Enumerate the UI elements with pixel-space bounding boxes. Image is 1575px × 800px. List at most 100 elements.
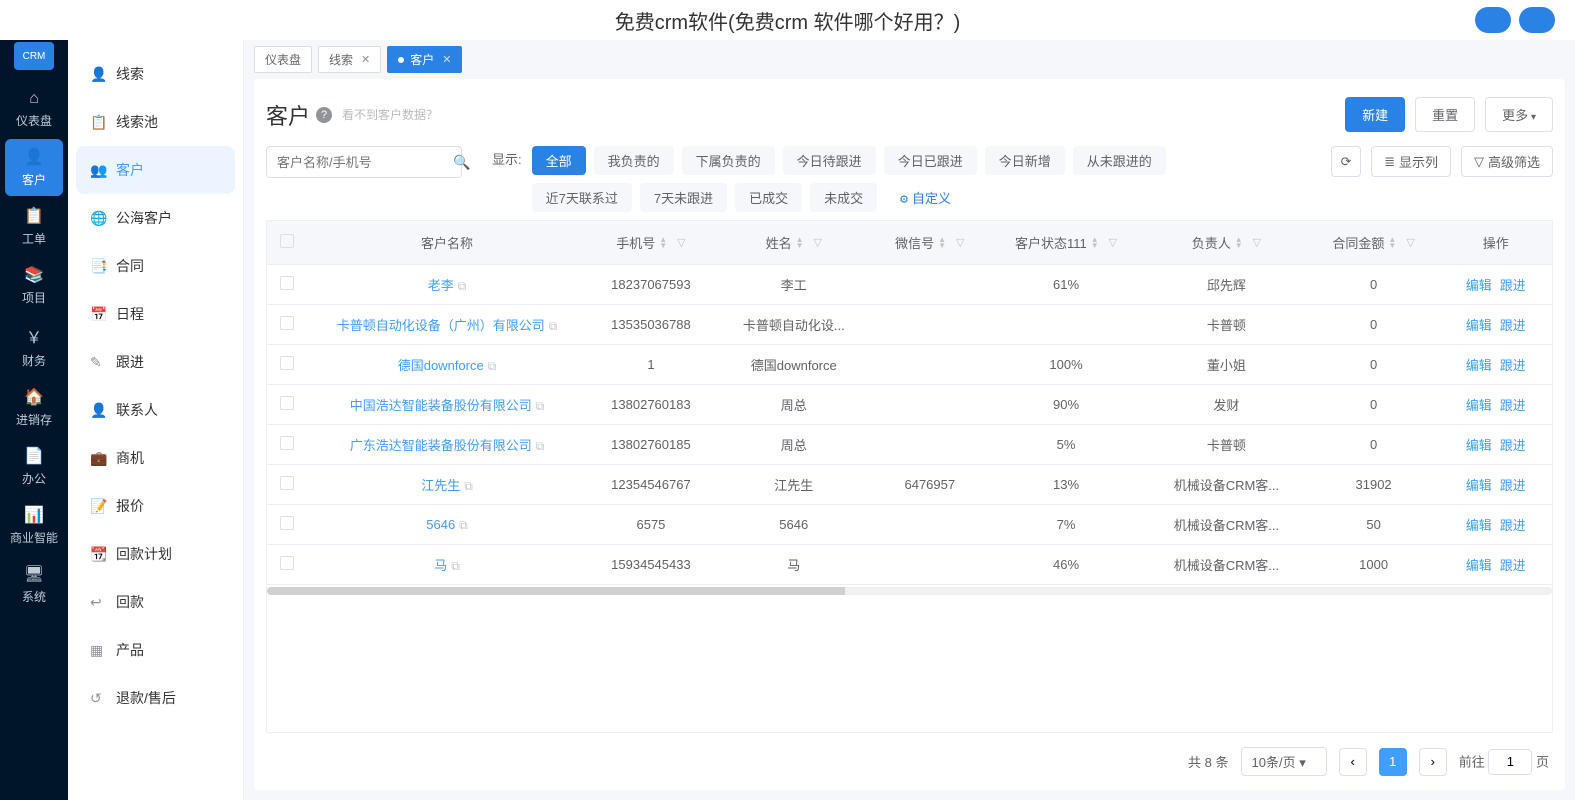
row-checkbox[interactable]: [280, 516, 294, 530]
prev-page-button[interactable]: ‹: [1339, 748, 1367, 776]
filter-chip[interactable]: 从未跟进的: [1073, 146, 1166, 175]
sub-nav-item[interactable]: 👥客户: [76, 146, 235, 194]
sub-nav-item[interactable]: 👤联系人: [76, 386, 235, 434]
filter-chip[interactable]: 近7天联系过: [532, 183, 632, 212]
filter-chip[interactable]: 7天未跟进: [640, 183, 727, 212]
search-icon[interactable]: 🔍: [453, 154, 470, 171]
follow-link[interactable]: 跟进: [1500, 558, 1526, 573]
sub-nav-item[interactable]: ✎跟进: [76, 338, 235, 386]
sort-icon[interactable]: ▲▼: [1091, 237, 1099, 249]
table-header[interactable]: 手机号▲▼▽: [587, 221, 715, 265]
copy-icon[interactable]: ⧉: [536, 399, 545, 413]
row-checkbox[interactable]: [280, 396, 294, 410]
copy-icon[interactable]: ⧉: [536, 439, 545, 453]
sub-nav-item[interactable]: 🌐公海客户: [76, 194, 235, 242]
select-all-checkbox[interactable]: [280, 234, 294, 248]
customer-name-link[interactable]: 江先生: [421, 478, 460, 493]
filter-chip[interactable]: 我负责的: [594, 146, 674, 175]
side-nav-item[interactable]: 🖥系统: [5, 556, 63, 613]
help-icon[interactable]: ?: [316, 107, 332, 123]
customer-name-link[interactable]: 广东浩达智能装备股份有限公司: [350, 438, 532, 453]
customer-name-link[interactable]: 老李: [428, 278, 454, 293]
customer-name-link[interactable]: 马: [434, 558, 447, 573]
column-filter-icon[interactable]: ▽: [677, 236, 685, 249]
customer-name-link[interactable]: 德国downforce: [398, 358, 484, 373]
column-filter-icon[interactable]: ▽: [814, 236, 822, 249]
edit-link[interactable]: 编辑: [1466, 318, 1492, 333]
sub-nav-item[interactable]: 📑合同: [76, 242, 235, 290]
new-button[interactable]: 新建: [1345, 97, 1405, 132]
copy-icon[interactable]: ⧉: [459, 518, 468, 532]
side-nav-item[interactable]: 🏠进销存: [5, 379, 63, 436]
follow-link[interactable]: 跟进: [1500, 318, 1526, 333]
sub-nav-item[interactable]: 💼商机: [76, 434, 235, 482]
sub-nav-item[interactable]: ↺退款/售后: [76, 674, 235, 722]
horizontal-scrollbar[interactable]: [267, 587, 1552, 595]
sort-icon[interactable]: ▲▼: [1235, 237, 1243, 249]
follow-link[interactable]: 跟进: [1500, 398, 1526, 413]
sub-nav-item[interactable]: 📝报价: [76, 482, 235, 530]
sort-icon[interactable]: ▲▼: [796, 237, 804, 249]
row-checkbox[interactable]: [280, 356, 294, 370]
sort-icon[interactable]: ▲▼: [659, 237, 667, 249]
table-header[interactable]: 客户名称: [307, 221, 587, 265]
filter-chip[interactable]: 今日已跟进: [884, 146, 977, 175]
sub-nav-item[interactable]: 📆回款计划: [76, 530, 235, 578]
sort-icon[interactable]: ▲▼: [1388, 237, 1396, 249]
follow-link[interactable]: 跟进: [1500, 278, 1526, 293]
tab-close-icon[interactable]: ✕: [442, 53, 451, 66]
empty-data-hint[interactable]: 看不到客户数据？: [342, 106, 438, 123]
tab-close-icon[interactable]: ✕: [361, 53, 370, 66]
top-action-1[interactable]: [1475, 7, 1511, 33]
sub-nav-item[interactable]: ▦产品: [76, 626, 235, 674]
follow-link[interactable]: 跟进: [1500, 438, 1526, 453]
filter-chip[interactable]: 已成交: [735, 183, 802, 212]
side-nav-item[interactable]: ⌂仪表盘: [5, 82, 63, 137]
side-nav-item[interactable]: 📄办公: [5, 438, 63, 495]
column-filter-icon[interactable]: ▽: [956, 236, 964, 249]
advanced-filter-button[interactable]: ▽高级筛选: [1461, 146, 1553, 177]
top-action-2[interactable]: [1519, 7, 1555, 33]
column-filter-icon[interactable]: ▽: [1406, 236, 1414, 249]
side-nav-item[interactable]: 📊商业智能: [5, 497, 63, 554]
row-checkbox[interactable]: [280, 556, 294, 570]
show-columns-button[interactable]: ≣显示列: [1371, 146, 1451, 177]
search-input[interactable]: [277, 155, 453, 170]
sort-icon[interactable]: ▲▼: [938, 237, 946, 249]
goto-page-input[interactable]: [1488, 749, 1532, 775]
row-checkbox[interactable]: [280, 276, 294, 290]
table-header[interactable]: 合同金额▲▼▽: [1308, 221, 1440, 265]
table-header[interactable]: 客户状态111▲▼▽: [987, 221, 1145, 265]
search-input-wrapper[interactable]: 🔍: [266, 146, 462, 178]
side-nav-item[interactable]: 📋工单: [5, 198, 63, 255]
filter-chip[interactable]: 下属负责的: [682, 146, 775, 175]
edit-link[interactable]: 编辑: [1466, 398, 1492, 413]
copy-icon[interactable]: ⧉: [488, 359, 497, 373]
tab[interactable]: 客户✕: [387, 46, 462, 73]
table-header[interactable]: 微信号▲▼▽: [873, 221, 987, 265]
custom-filter-chip[interactable]: 自定义: [885, 183, 965, 212]
copy-icon[interactable]: ⧉: [451, 559, 460, 573]
filter-chip[interactable]: 今日新增: [985, 146, 1065, 175]
row-checkbox[interactable]: [280, 476, 294, 490]
follow-link[interactable]: 跟进: [1500, 518, 1526, 533]
customer-name-link[interactable]: 中国浩达智能装备股份有限公司: [350, 398, 532, 413]
customer-name-link[interactable]: 卡普顿自动化设备（广州）有限公司: [337, 318, 545, 333]
row-checkbox[interactable]: [280, 316, 294, 330]
follow-link[interactable]: 跟进: [1500, 478, 1526, 493]
side-nav-item[interactable]: 👤客户: [5, 139, 63, 196]
edit-link[interactable]: 编辑: [1466, 438, 1492, 453]
page-size-select[interactable]: 10条/页 ▾: [1241, 747, 1327, 776]
edit-link[interactable]: 编辑: [1466, 478, 1492, 493]
row-checkbox[interactable]: [280, 436, 294, 450]
edit-link[interactable]: 编辑: [1466, 518, 1492, 533]
edit-link[interactable]: 编辑: [1466, 558, 1492, 573]
copy-icon[interactable]: ⧉: [549, 319, 558, 333]
more-button[interactable]: 更多: [1485, 97, 1553, 132]
tab[interactable]: 仪表盘: [254, 46, 312, 73]
app-logo[interactable]: CRM: [14, 42, 54, 70]
reset-button[interactable]: 重置: [1415, 97, 1475, 132]
table-header[interactable]: 负责人▲▼▽: [1145, 221, 1308, 265]
copy-icon[interactable]: ⧉: [458, 279, 467, 293]
tab[interactable]: 线索✕: [318, 46, 381, 73]
